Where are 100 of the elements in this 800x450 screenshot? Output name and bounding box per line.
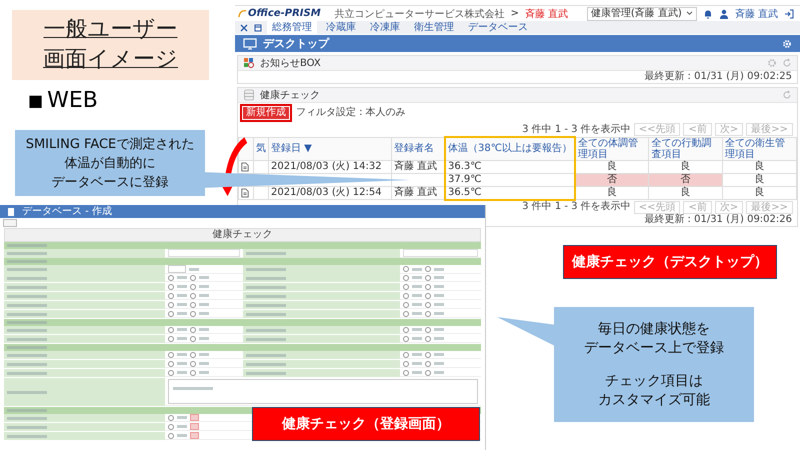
radio-button[interactable] [168,274,174,280]
breadcrumb-user[interactable]: 斉藤 直武 [525,6,568,20]
column-header[interactable]: 体温（38℃以上は要報告） [445,137,575,160]
radio-button[interactable] [425,284,431,290]
input-field[interactable] [403,249,478,257]
blurred-label [7,286,47,288]
bullet-text: WEB [47,88,98,113]
user-icon[interactable] [718,8,729,18]
radio-button[interactable] [425,302,431,308]
callout-text: カスタマイズ可能 [597,390,711,410]
user-name[interactable]: 斉藤 直武 [734,6,778,20]
blurred-label [246,312,286,316]
close-icon[interactable] [239,22,249,32]
radio-button[interactable] [168,336,174,342]
radio-button[interactable] [403,284,409,290]
text-area[interactable] [168,379,478,404]
radio-button[interactable] [190,302,196,308]
radio-button[interactable] [425,310,431,316]
column-header[interactable]: 全ての行動調査項目 [648,137,723,160]
radio-button[interactable] [425,360,431,366]
table-cell: 36.3℃ [448,161,482,172]
radio-button[interactable] [168,352,174,358]
radio-button[interactable] [168,414,174,420]
radio-button[interactable] [425,352,431,358]
radio-button[interactable] [168,360,174,366]
radio-button[interactable] [168,302,174,308]
radio-button[interactable] [168,424,174,430]
radio-button[interactable] [425,266,431,272]
radio-button[interactable] [403,292,409,298]
radio-button[interactable] [403,370,409,376]
column-header[interactable]: 登録日 ▼ [268,137,392,160]
radio-button[interactable] [403,302,409,308]
radio-button[interactable] [403,352,409,358]
radio-button[interactable] [190,336,196,342]
bell-icon[interactable] [702,8,713,18]
role-select[interactable]: 健康管理(斉藤 直武) [586,6,697,20]
menu-tab[interactable]: 衛生管理 [409,21,459,34]
radio-button[interactable] [168,284,174,290]
radio-button[interactable] [190,274,196,280]
radio-button[interactable] [190,284,196,290]
document-icon[interactable] [241,162,249,172]
radio-button[interactable] [168,310,174,316]
callout-text: データベース上で登録 [583,338,725,358]
radio-button[interactable] [190,352,196,358]
column-header[interactable]: 全ての体調管理項目 [575,137,649,160]
logo-icon [238,9,247,18]
checkbox[interactable] [190,414,199,421]
document-icon[interactable] [241,188,249,198]
menu-tab[interactable]: 総務管理 [267,21,317,34]
menu-tab[interactable]: 冷凍庫 [365,21,405,34]
blurred-label [7,312,47,316]
radio-button[interactable] [190,360,196,366]
radio-button[interactable] [403,274,409,280]
input-field[interactable] [168,249,240,257]
page-title: デスクトップ [263,36,329,51]
radio-button[interactable] [190,292,196,298]
radio-button[interactable] [168,326,174,332]
table-cell: 37.9℃ [448,174,482,185]
checkbox[interactable] [190,432,199,439]
logout-icon[interactable] [784,8,794,18]
blurred-label [7,338,47,340]
refresh-icon[interactable] [782,90,792,100]
radio-button[interactable] [168,432,174,438]
checkbox[interactable] [190,423,199,430]
table-cell: 良 [648,160,723,173]
input-field[interactable] [168,265,186,273]
radio-button[interactable] [425,292,431,298]
column-header[interactable]: 気 [254,137,268,160]
window-icon[interactable] [253,22,263,32]
radio-button[interactable] [403,360,409,366]
radio-button[interactable] [190,326,196,332]
menu-tab[interactable]: データベース [463,21,533,34]
last-updated: 最終更新 : 01/31 (月) 09:02:25 [644,71,792,83]
radio-button[interactable] [403,336,409,342]
bullet-icon: ■ [28,91,44,110]
radio-button[interactable] [168,292,174,298]
radio-button[interactable] [403,266,409,272]
table-cell: 斉藤 直武 [394,161,438,172]
new-button[interactable]: 新規作成 [243,107,289,119]
blurred-label [7,268,47,271]
radio-button[interactable] [403,326,409,332]
radio-button[interactable] [425,336,431,342]
table-cell: 2021/08/03 (火) 14:32 [271,161,382,172]
menu-tab[interactable]: 冷蔵庫 [321,21,361,34]
radio-button[interactable] [425,274,431,280]
radio-button[interactable] [425,370,431,376]
radio-button[interactable] [190,310,196,316]
radio-button[interactable] [168,370,174,376]
refresh-icon[interactable] [782,58,792,68]
radio-button[interactable] [425,326,431,332]
radio-button[interactable] [403,310,409,316]
blurred-label [246,372,286,374]
table-cell: 良 [575,160,649,173]
callout-text: SMILING FACEで測定された [26,136,194,154]
radio-button[interactable] [190,370,196,376]
toolbar-button[interactable] [3,219,17,227]
column-header[interactable]: 登録者名 [392,137,445,160]
column-header[interactable]: 全ての衛生管理項目 [722,137,796,160]
table-cell: 良 [722,160,796,173]
last-updated: 最終更新 : 01/31 (月) 09:02:26 [644,214,792,226]
